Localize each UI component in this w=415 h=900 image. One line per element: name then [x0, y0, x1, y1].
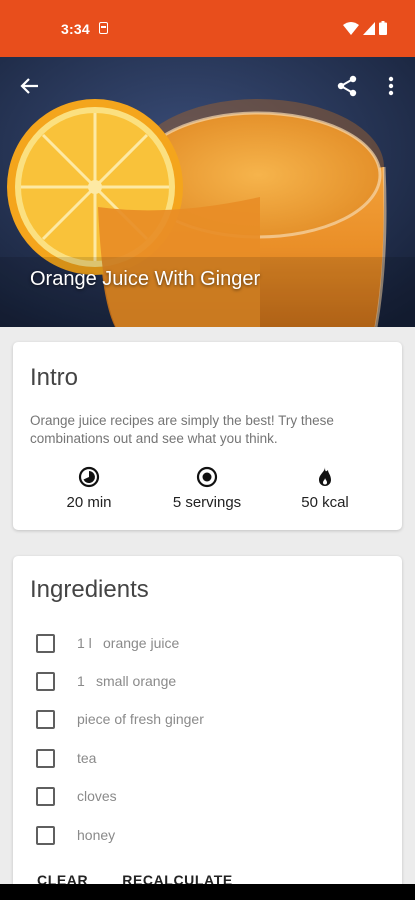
ingredient-checkbox[interactable]	[36, 671, 55, 691]
timer-icon	[78, 466, 100, 488]
status-bar: 3:34	[0, 0, 415, 57]
ingredient-name: orange juice	[103, 635, 180, 651]
ingredient-name: small orange	[96, 673, 177, 689]
recipe-title: Orange Juice With Ginger	[30, 268, 261, 290]
ingredient-checkbox[interactable]	[36, 825, 55, 845]
ingredient-row[interactable]: cloves	[36, 784, 117, 808]
ingredient-name: tea	[77, 750, 97, 766]
stat-calories-label: 50 kcal	[301, 494, 349, 511]
share-icon	[337, 75, 357, 97]
sim-card-icon	[99, 22, 108, 34]
system-navigation-bar	[0, 884, 415, 900]
wifi-icon	[343, 21, 359, 35]
status-time: 3:34	[61, 21, 90, 37]
ingredient-row[interactable]: 1 l orange juice	[36, 631, 179, 655]
stat-time: 20 min	[29, 466, 149, 511]
stat-time-label: 20 min	[66, 494, 112, 511]
recipe-stats: 20 min 5 servings 50 kcal	[13, 466, 402, 516]
arrow-back-icon	[20, 78, 38, 94]
intro-text: Orange juice recipes are simply the best…	[30, 413, 334, 446]
ingredient-quantity: 1 l	[77, 635, 92, 651]
ingredient-row[interactable]: honey	[36, 823, 115, 847]
stat-calories: 50 kcal	[265, 466, 385, 511]
back-button[interactable]	[10, 66, 50, 106]
signal-icon	[363, 21, 375, 35]
stat-servings: 5 servings	[147, 466, 267, 511]
battery-icon	[379, 21, 387, 35]
ingredient-name: honey	[77, 827, 116, 843]
flame-icon	[319, 467, 331, 486]
intro-heading: Intro	[30, 364, 79, 391]
intro-card: Intro Orange juice recipes are simply th…	[13, 342, 402, 530]
share-button[interactable]	[327, 66, 367, 106]
ingredient-quantity: 1	[77, 673, 85, 689]
stat-servings-label: 5 servings	[172, 494, 242, 511]
ingredients-heading: Ingredients	[30, 576, 149, 603]
ingredients-card: Ingredients 1 l orange juice 1 small ora…	[13, 556, 402, 900]
ingredient-row[interactable]: 1 small orange	[36, 669, 176, 693]
ingredient-checkbox[interactable]	[36, 748, 55, 768]
ingredient-checkbox[interactable]	[36, 709, 55, 729]
ingredient-row[interactable]: piece of fresh ginger	[36, 707, 204, 731]
ingredient-row[interactable]: tea	[36, 746, 96, 770]
recipe-hero-image: Orange Juice With Ginger	[0, 57, 415, 327]
ingredient-name: piece of fresh ginger	[77, 711, 204, 727]
ingredient-name: cloves	[77, 788, 117, 804]
ingredient-checkbox[interactable]	[36, 786, 55, 806]
status-icons	[343, 21, 387, 35]
overflow-menu-button[interactable]	[371, 66, 411, 106]
ingredient-checkbox[interactable]	[36, 633, 55, 653]
more-vert-icon	[388, 76, 394, 96]
servings-icon	[196, 466, 218, 488]
